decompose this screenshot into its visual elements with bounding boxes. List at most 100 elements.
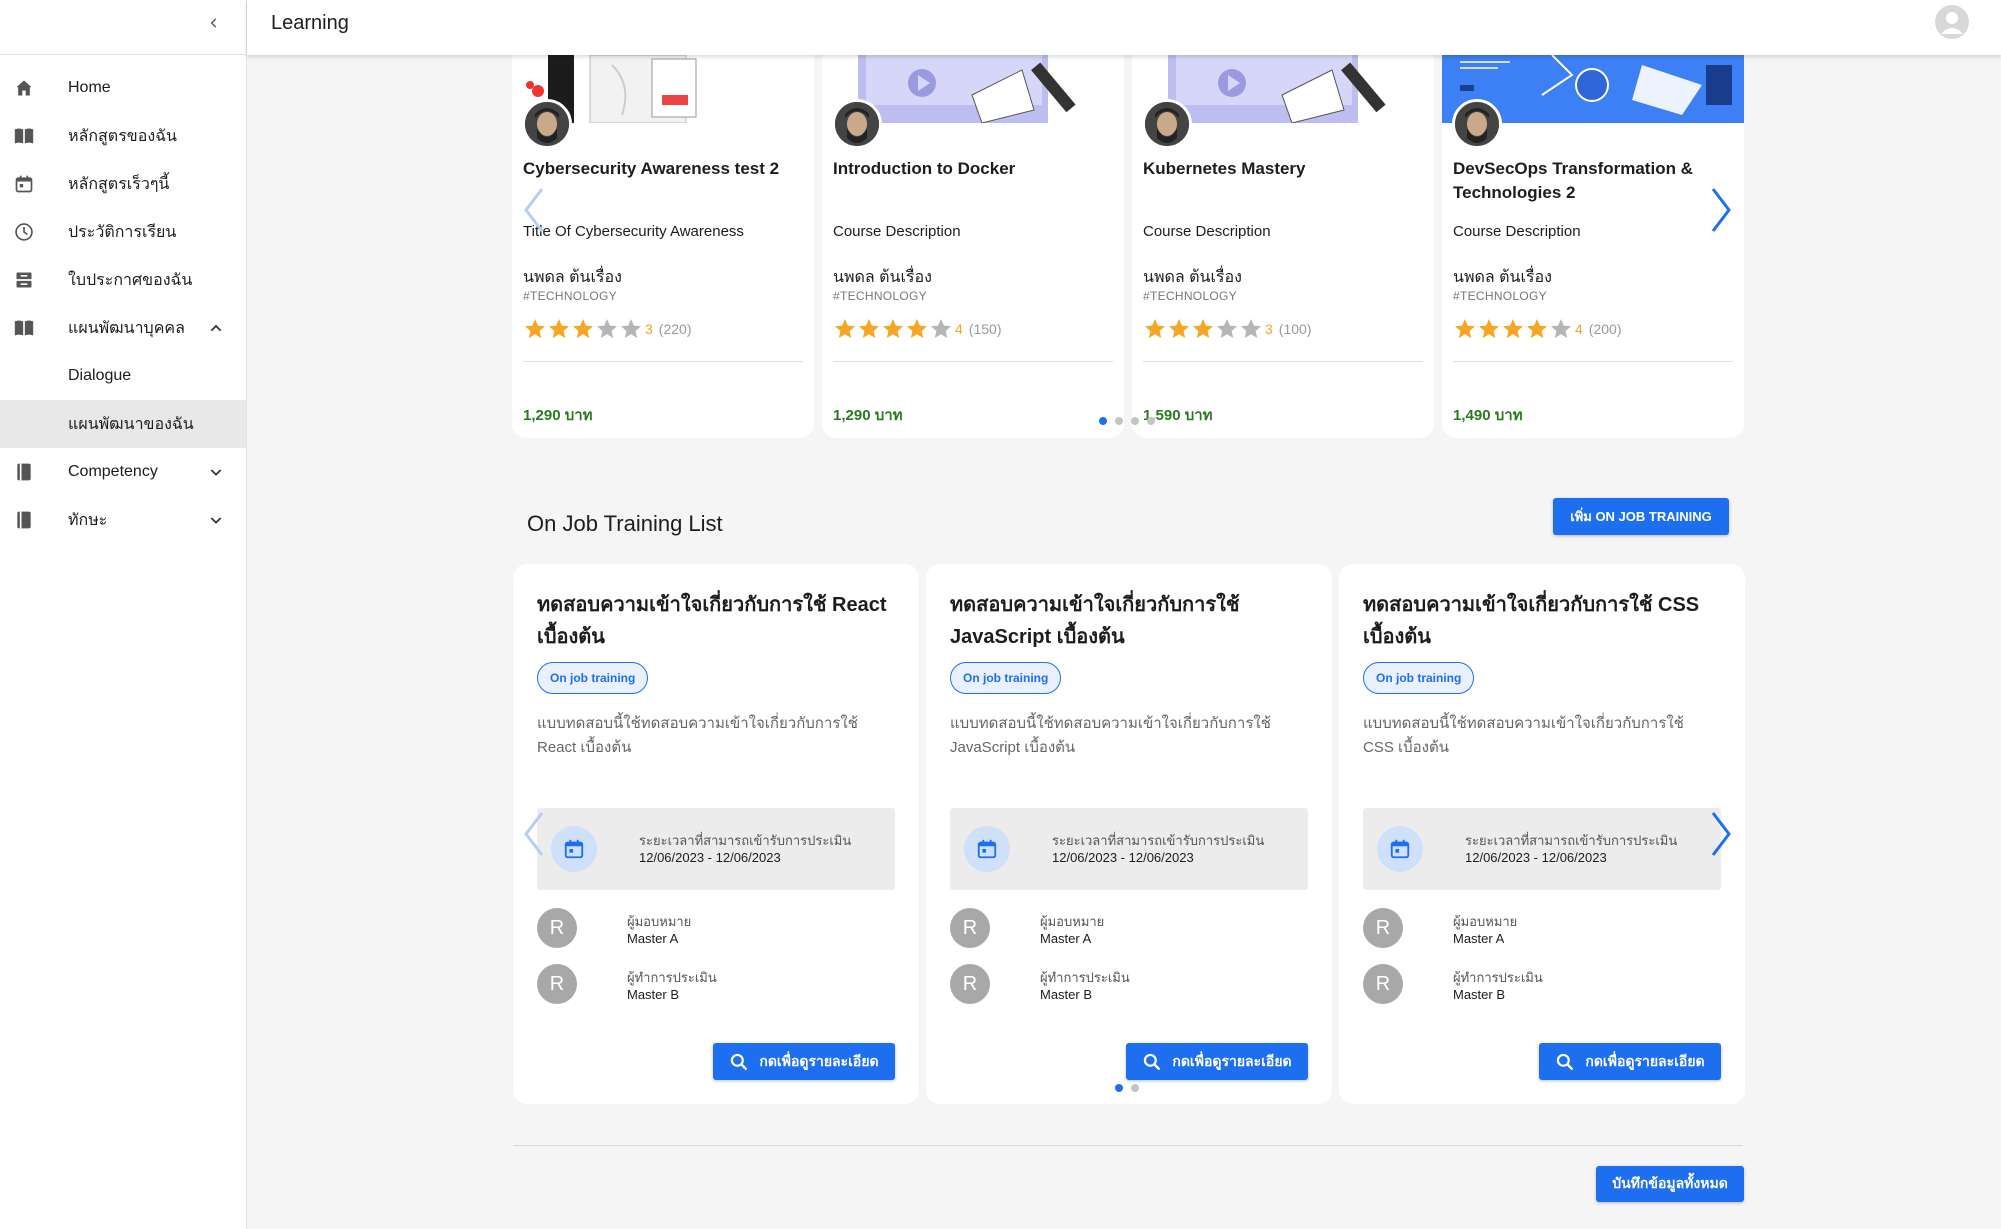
ojt-pagination xyxy=(1115,1084,1139,1092)
sidebar-item-history[interactable]: ประวัติการเรียน xyxy=(0,208,246,256)
sidebar-item-home[interactable]: Home xyxy=(0,64,246,112)
ojt-title: ทดสอบความเข้าใจเกี่ยวกับการใช้ CSS เบื้อ… xyxy=(1363,594,1700,648)
course-tag: #TECHNOLOGY xyxy=(1453,289,1547,303)
course-tag: #TECHNOLOGY xyxy=(523,289,617,303)
course-card[interactable]: Kubernetes Mastery Course Description นพ… xyxy=(1132,55,1434,438)
inbox-icon xyxy=(14,270,34,290)
sidebar-item-label: Home xyxy=(68,79,111,96)
ojt-type-chip: On job training xyxy=(950,662,1062,694)
star-empty-icon xyxy=(621,319,641,338)
course-card[interactable]: Introduction to Docker Course Descriptio… xyxy=(822,55,1124,438)
sidebar-item-idp[interactable]: แผนพัฒนาบุคคล xyxy=(0,304,246,352)
view-details-button[interactable]: กดเพื่อดูรายละเอียด xyxy=(1539,1043,1721,1080)
pagination-dot[interactable] xyxy=(1099,417,1107,425)
pagination-dot[interactable] xyxy=(1115,1084,1123,1092)
pagination-dot[interactable] xyxy=(1131,417,1139,425)
star-filled-icon xyxy=(835,319,855,338)
evaluator: R ผู้ทำการประเมิน Master B xyxy=(1363,964,1703,1004)
course-description: Course Description xyxy=(833,223,961,240)
button-label: กดเพื่อดูรายละเอียด xyxy=(759,1052,879,1069)
carousel-next-button[interactable] xyxy=(1705,185,1735,235)
save-all-button[interactable]: บันทึกข้อมูลทั้งหมด xyxy=(1596,1166,1744,1202)
sidebar-item-dialogue[interactable]: Dialogue xyxy=(0,352,246,400)
period-value: 12/06/2023 - 12/06/2023 xyxy=(639,850,781,865)
sidebar-item-upcoming[interactable]: หลักสูตรเร็วๆนี้ xyxy=(0,160,246,208)
sidebar-item-competency[interactable]: Competency xyxy=(0,448,246,496)
assigner-label: ผู้มอบหมาย xyxy=(627,914,692,929)
sidebar-item-skills[interactable]: ทักษะ xyxy=(0,496,246,544)
assigner: R ผู้มอบหมาย Master A xyxy=(1363,908,1703,948)
star-filled-icon xyxy=(1193,319,1213,338)
rating-count: (150) xyxy=(968,321,1002,337)
ojt-card: ทดสอบความเข้าใจเกี่ยวกับการใช้ React เบื… xyxy=(513,564,919,1104)
ojt-next-button[interactable] xyxy=(1705,809,1735,859)
sidebar-header xyxy=(0,0,246,55)
rating-count: (220) xyxy=(658,321,692,337)
star-filled-icon xyxy=(1479,319,1499,338)
pagination-dot[interactable] xyxy=(1147,417,1155,425)
chevron-left-icon xyxy=(524,188,544,232)
rating-value: 3 xyxy=(1265,321,1273,337)
ojt-period: ระยะเวลาที่สามารถเข้ารับการประเมิน 12/06… xyxy=(1363,808,1721,890)
course-tag: #TECHNOLOGY xyxy=(1143,289,1237,303)
pagination-dot[interactable] xyxy=(1131,1084,1139,1092)
course-price: 1,490 บาท xyxy=(1453,407,1523,424)
book-open-icon xyxy=(14,318,34,338)
collapse-sidebar-button[interactable] xyxy=(203,12,225,34)
user-icon xyxy=(1941,12,1963,34)
home-icon xyxy=(14,78,34,98)
ojt-period: ระยะเวลาที่สามารถเข้ารับการประเมิน 12/06… xyxy=(537,808,895,890)
view-details-button[interactable]: กดเพื่อดูรายละเอียด xyxy=(713,1043,895,1080)
star-filled-icon xyxy=(1455,319,1475,338)
period-label: ระยะเวลาที่สามารถเข้ารับการประเมิน xyxy=(639,833,852,848)
star-empty-icon xyxy=(1217,319,1237,338)
search-icon xyxy=(1144,1053,1161,1070)
chevron-left-icon xyxy=(524,812,544,856)
sidebar-item-certificates[interactable]: ใบประกาศของฉัน xyxy=(0,256,246,304)
assigner-label: ผู้มอบหมาย xyxy=(1453,914,1518,929)
course-title: DevSecOps Transformation & Technologies … xyxy=(1453,159,1693,202)
sidebar: Home หลักสูตรของฉัน หลักสูตรเร็วๆนี้ ประ… xyxy=(0,0,247,1229)
ojt-prev-button[interactable] xyxy=(520,809,550,859)
course-card[interactable]: Cybersecurity Awareness test 2 Title Of … xyxy=(512,55,814,438)
course-price: 1,290 บาท xyxy=(523,407,593,424)
section-heading: On Job Training List xyxy=(527,511,723,536)
clock-icon xyxy=(14,222,34,242)
instructor-avatar xyxy=(1142,99,1192,149)
course-description: Course Description xyxy=(1143,223,1271,240)
book-icon xyxy=(14,510,34,530)
course-author: นพดล ต้นเรื่อง xyxy=(1453,269,1552,286)
avatar: R xyxy=(537,908,577,948)
sidebar-item-label: หลักสูตรของฉัน xyxy=(68,127,177,145)
course-card[interactable]: DevSecOps Transformation & Technologies … xyxy=(1442,55,1744,438)
period-value: 12/06/2023 - 12/06/2023 xyxy=(1465,850,1607,865)
star-empty-icon xyxy=(1551,319,1571,338)
view-details-button[interactable]: กดเพื่อดูรายละเอียด xyxy=(1126,1043,1308,1080)
add-ojt-button[interactable]: เพิ่ม ON JOB TRAINING xyxy=(1553,498,1729,535)
sidebar-item-label: ทักษะ xyxy=(68,511,108,529)
rating-count: (100) xyxy=(1278,321,1312,337)
pagination-dot[interactable] xyxy=(1115,417,1123,425)
evaluator-name: Master B xyxy=(1040,987,1093,1002)
evaluator-label: ผู้ทำการประเมิน xyxy=(1453,970,1543,985)
sidebar-item-my-plan[interactable]: แผนพัฒนาของฉัน xyxy=(0,400,246,448)
rating-stars xyxy=(1143,317,1263,341)
instructor-avatar xyxy=(832,99,882,149)
chevron-up-icon xyxy=(210,324,222,332)
assigner-label: ผู้มอบหมาย xyxy=(1040,914,1105,929)
period-value: 12/06/2023 - 12/06/2023 xyxy=(1052,850,1194,865)
star-filled-icon xyxy=(525,319,545,338)
assigner-name: Master A xyxy=(627,931,679,946)
course-author: นพดล ต้นเรื่อง xyxy=(833,269,932,286)
sidebar-item-label: หลักสูตรเร็วๆนี้ xyxy=(68,175,170,193)
book-icon xyxy=(14,462,34,482)
divider xyxy=(833,361,1113,362)
carousel-prev-button[interactable] xyxy=(520,185,550,235)
evaluator: R ผู้ทำการประเมิน Master B xyxy=(950,964,1290,1004)
rating-count: (200) xyxy=(1588,321,1622,337)
sidebar-item-label: แผนพัฒนาของฉัน xyxy=(68,415,194,433)
sidebar-item-my-courses[interactable]: หลักสูตรของฉัน xyxy=(0,112,246,160)
period-label: ระยะเวลาที่สามารถเข้ารับการประเมิน xyxy=(1465,833,1678,848)
user-avatar[interactable] xyxy=(1935,5,1969,39)
instructor-avatar xyxy=(522,99,572,149)
